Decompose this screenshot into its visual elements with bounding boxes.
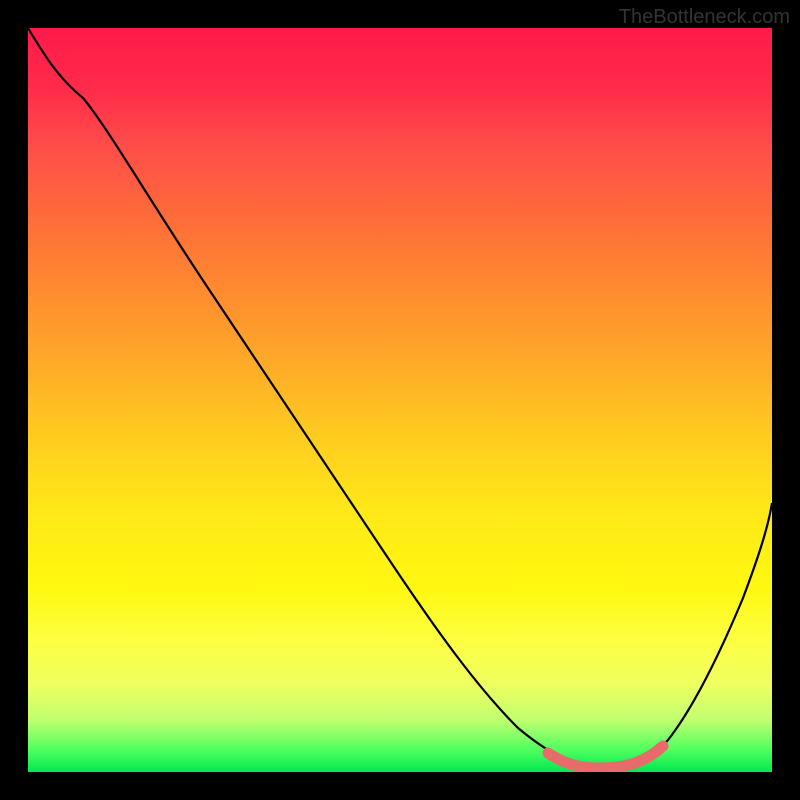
watermark-text: TheBottleneck.com <box>619 6 790 29</box>
chart-svg <box>28 28 772 772</box>
optimal-range-highlight <box>548 746 663 768</box>
bottleneck-curve <box>28 28 772 768</box>
